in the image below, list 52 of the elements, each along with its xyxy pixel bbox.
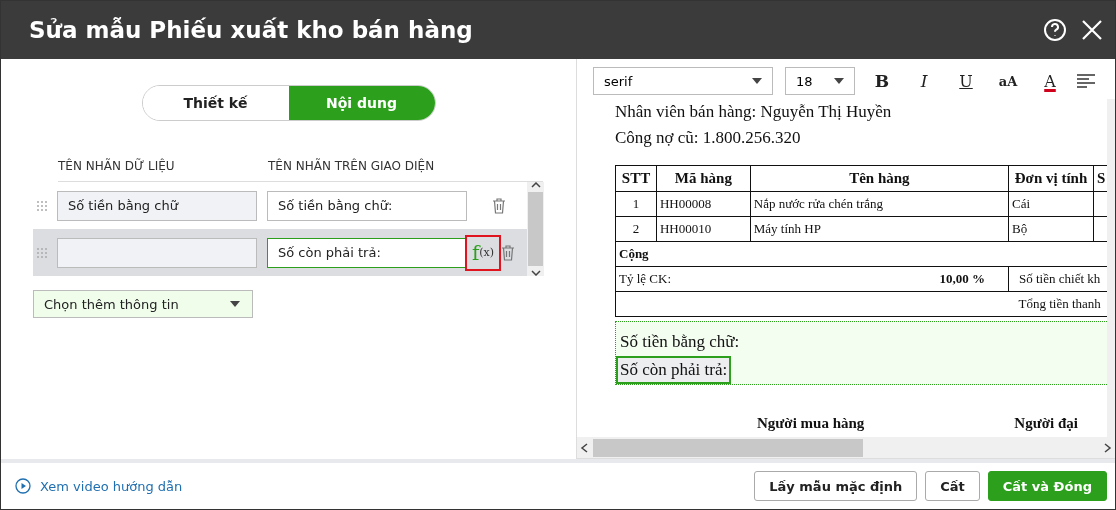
summary-line[interactable]: Số tiền bằng chữ: [616, 328, 744, 356]
trash-icon[interactable] [492, 197, 506, 214]
drag-handle-icon[interactable] [37, 246, 47, 259]
table-header: STT [615, 165, 657, 192]
table-cell: Bộ [1008, 216, 1094, 242]
document-line: Công nợ cũ: 1.800.256.320 [615, 127, 802, 149]
video-guide-link[interactable]: Xem video hướng dẫn [15, 478, 183, 494]
document-line: Nhân viên bán hàng: Nguyễn Thị Huyền [615, 101, 893, 123]
underline-button[interactable]: U [951, 67, 981, 95]
play-icon [15, 478, 31, 494]
scroll-up-icon[interactable] [530, 182, 541, 188]
table-cell: 2 [615, 216, 657, 242]
help-icon[interactable] [1043, 18, 1067, 42]
window-title: Sửa mẫu Phiếu xuất kho bán hàng [29, 17, 473, 43]
footer-button[interactable]: Lấy mẫu mặc định [754, 471, 918, 501]
bold-button[interactable]: B [867, 67, 897, 95]
display-label-field[interactable]: Số tiền bằng chữ: [267, 190, 467, 221]
trash-icon[interactable] [501, 244, 515, 261]
table-cell: 1 [615, 191, 657, 217]
caret-icon [230, 301, 240, 307]
text-case-button[interactable]: aA [993, 67, 1023, 95]
scrollbar[interactable] [527, 182, 544, 276]
font-select[interactable]: serif [593, 67, 773, 95]
table-header: Mã hàng [656, 165, 751, 192]
font-size-select[interactable]: 18 [785, 67, 855, 95]
signature-title: Người đại [1014, 415, 1078, 432]
table-cell: HH00008 [656, 191, 751, 217]
vertical-scrollbar[interactable] [1107, 99, 1115, 437]
close-icon[interactable] [1081, 19, 1103, 41]
table-cell: Cái [1008, 191, 1094, 217]
footer-button[interactable]: Cất [925, 471, 980, 501]
italic-button[interactable]: I [909, 67, 939, 95]
horizontal-scrollbar[interactable] [577, 437, 1115, 459]
table-header: Tên hàng [750, 165, 1009, 192]
table-cell: HH00010 [656, 216, 751, 242]
table-header: Đơn vị tính [1008, 165, 1094, 192]
scroll-down-icon[interactable] [530, 270, 541, 276]
table-cell: Máy tính HP [750, 216, 1009, 242]
add-info-dropdown[interactable]: Chọn thêm thông tin [33, 290, 253, 318]
table-cell: Nắp nước rửa chén trắng [750, 191, 1009, 217]
discount-label: Tỷ lệ CK: [619, 271, 671, 287]
signature-title: Người mua hàng [757, 415, 865, 432]
caret-icon [834, 78, 844, 84]
drag-handle-icon[interactable] [37, 199, 47, 212]
align-icon[interactable] [1077, 74, 1095, 88]
column-header: TÊN NHÃN DỮ LIỆU [58, 159, 176, 173]
data-label-field: Số tiền bằng chữ [57, 190, 257, 221]
discount-value: 10,00 % [939, 271, 986, 287]
caret-icon [752, 78, 762, 84]
text-color-button[interactable]: A [1035, 67, 1065, 95]
column-header: TÊN NHÃN TRÊN GIAO DIỆN [268, 159, 436, 173]
display-label-field[interactable]: Số còn phải trả: [267, 237, 467, 268]
